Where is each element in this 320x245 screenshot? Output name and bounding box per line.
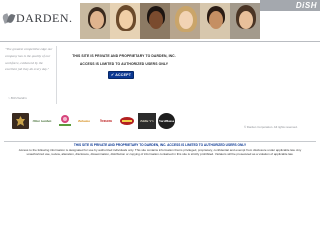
employee-photo: [80, 3, 110, 39]
yard-house-logo[interactable]: YardHouse: [158, 113, 175, 129]
brand-logos: Olive Garden Bahama Seasons Eddie V's Ya…: [12, 113, 175, 133]
darden-leaf-icon: [1, 13, 16, 24]
footer-divider: [4, 141, 316, 142]
employee-photo: [200, 3, 230, 39]
employee-photo: [230, 3, 260, 39]
employee-photo: [140, 3, 170, 39]
quote-divider: [56, 46, 57, 104]
employee-photo-strip: [80, 3, 260, 39]
founder-quote: "The greatest competitive edge our compa…: [3, 46, 55, 106]
dish-label: DiSH: [295, 1, 317, 10]
logo-text: DARDEN.: [16, 11, 73, 25]
olive-garden-logo[interactable]: Olive Garden: [31, 113, 53, 129]
quote-author: ~ Bill Darden: [8, 96, 27, 100]
employee-photo: [110, 3, 140, 39]
accept-button[interactable]: ✔ ACCEPT: [108, 71, 134, 79]
copyright: © Darden Corporation. All rights reserve…: [244, 125, 298, 129]
red-lobster-logo[interactable]: [12, 113, 29, 129]
darden-logo[interactable]: DARDEN.: [1, 11, 73, 26]
eddie-vs-logo[interactable]: Eddie V's: [138, 113, 156, 129]
dish-bar: DiSH: [260, 0, 320, 11]
header-divider: [0, 41, 320, 42]
bahama-breeze-logo[interactable]: Bahama: [75, 113, 93, 129]
accept-label: ACCEPT: [115, 73, 132, 77]
footer-legal-text: Access to the following information is d…: [18, 148, 302, 157]
seasons-52-logo[interactable]: Seasons: [95, 113, 117, 129]
quote-text: "The greatest competitive edge our compa…: [5, 47, 53, 72]
header: DARDEN. DiSH: [0, 0, 320, 42]
employee-photo: [170, 3, 200, 39]
capital-grille-logo[interactable]: [118, 113, 136, 129]
longhorn-logo[interactable]: [56, 113, 74, 129]
check-icon: ✔: [110, 72, 115, 77]
